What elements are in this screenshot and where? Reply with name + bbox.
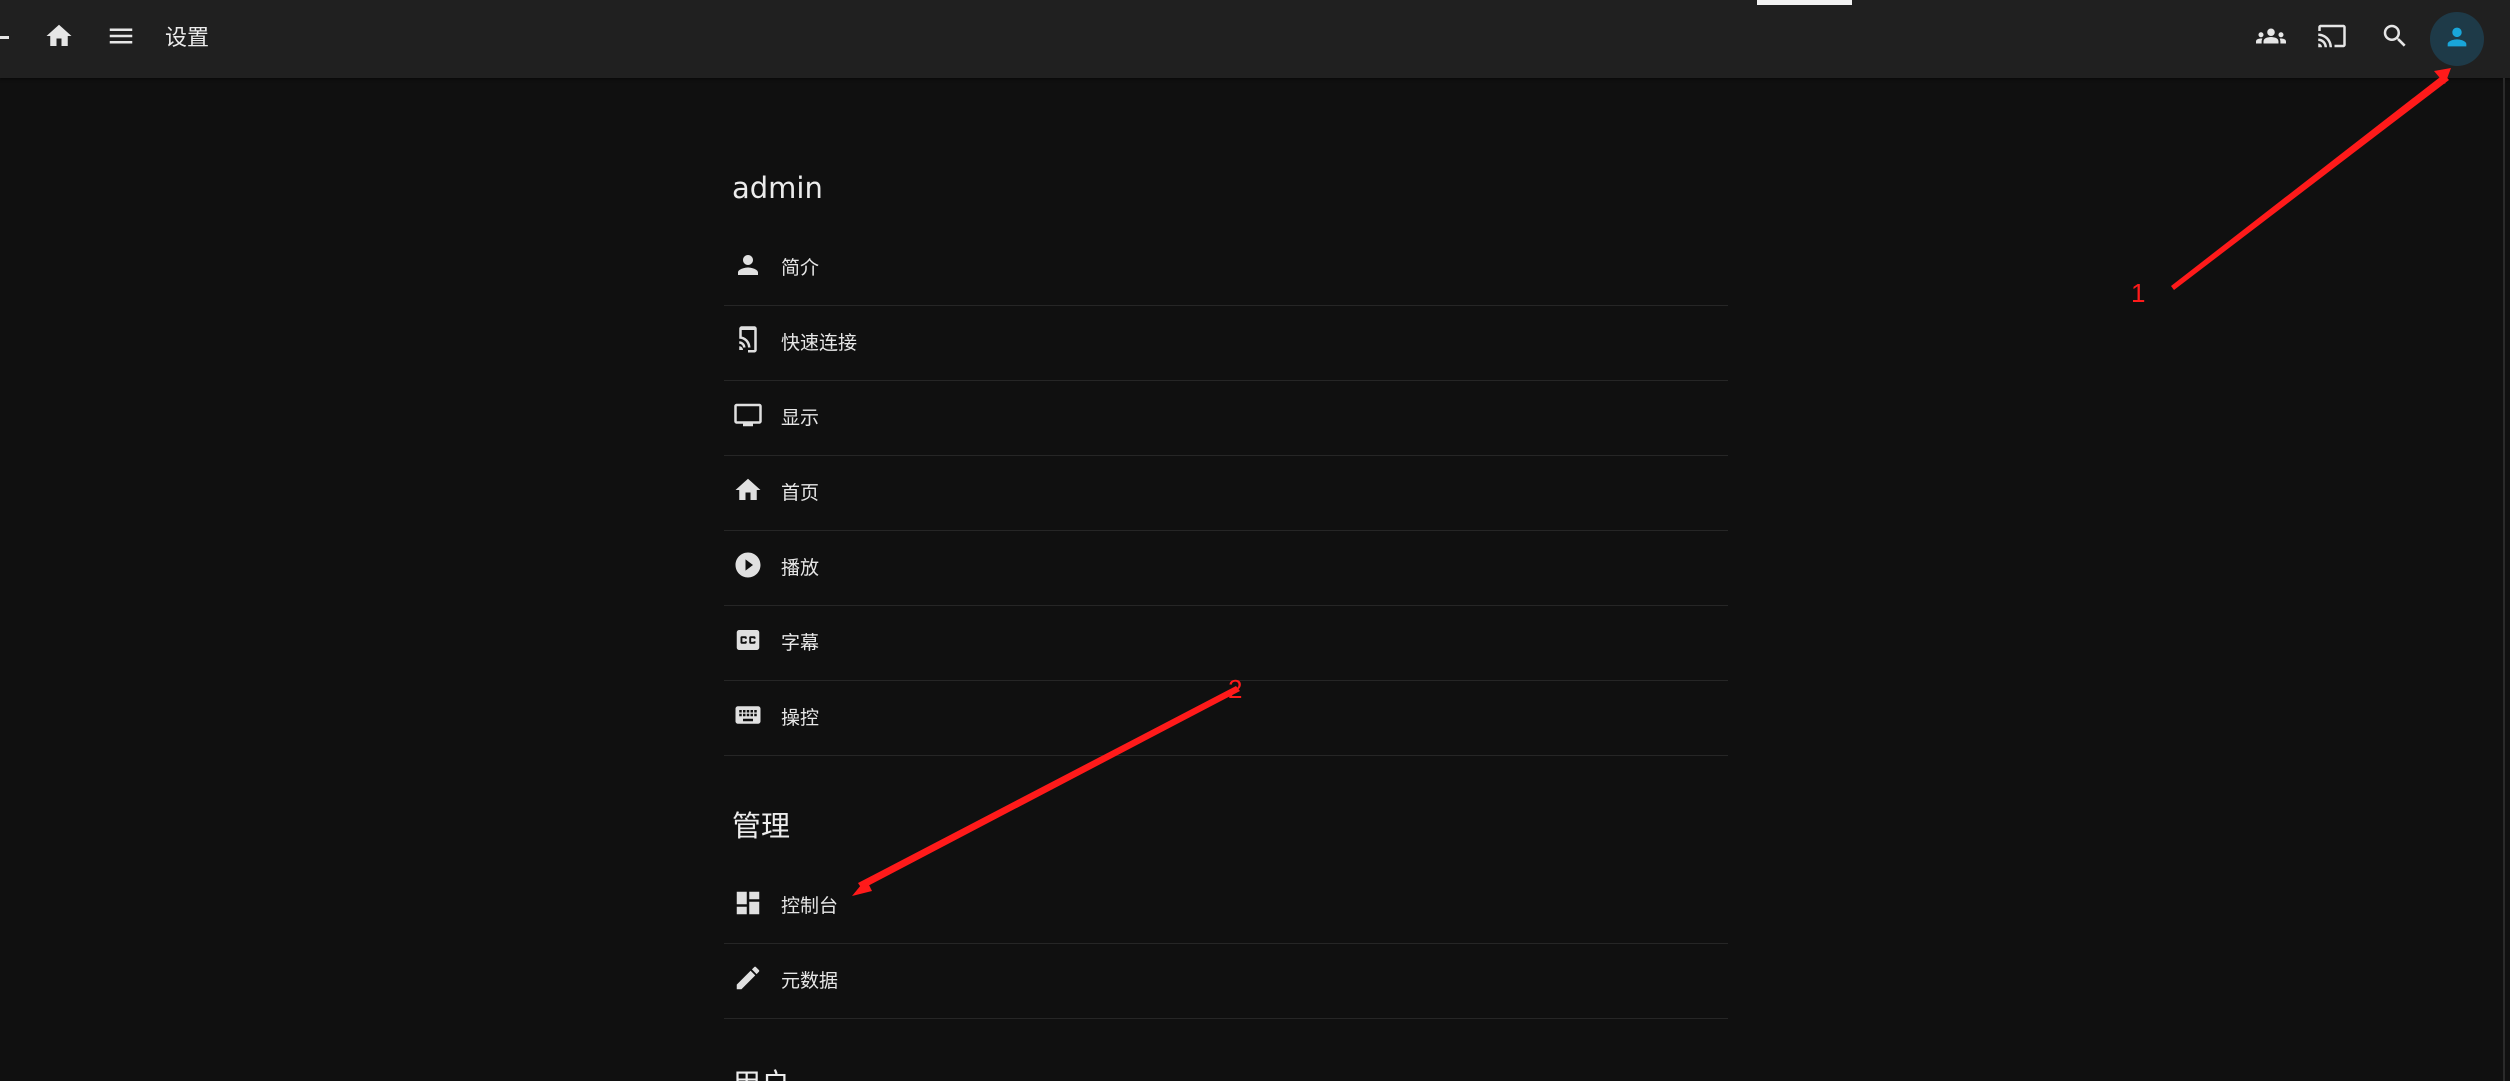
settings-item-label: 显示 [781,407,820,429]
menu-button[interactable] [97,14,145,62]
user-icon [2443,23,2471,55]
settings-item-dashboard[interactable]: 控制台 [724,868,1728,944]
section-title-partial: 用户 [732,1066,790,1081]
settings-item-label: 字幕 [781,632,820,654]
search-button[interactable] [2371,14,2419,62]
settings-item-label: 控制台 [781,895,839,917]
cast-icon [2317,21,2347,55]
settings-item-display[interactable]: 显示 [724,380,1728,456]
dashboard-icon [733,888,763,918]
settings-item-home[interactable]: 首页 [724,455,1728,531]
top-highlight-bar [1757,0,1852,5]
phonelink-icon [733,325,763,355]
home-button[interactable] [35,14,83,62]
home-icon [733,475,763,505]
settings-item-label: 操控 [781,707,820,729]
home-icon [44,21,74,55]
syncplay-button[interactable] [2247,14,2295,62]
page-title: 设置 [165,26,210,51]
group-icon [2256,21,2286,55]
annotation-arrow-1 [2171,68,2451,290]
settings-item-metadata[interactable]: 元数据 [724,943,1728,1019]
settings-item-profile[interactable]: 简介 [724,230,1728,306]
settings-item-label: 首页 [781,482,820,504]
menu-icon [106,21,136,55]
edit-icon [733,963,763,993]
annotation-label-1: 1 [2131,278,2146,308]
keyboard-icon [733,700,763,730]
settings-item-controls[interactable]: 操控 [724,680,1728,756]
cast-button[interactable] [2308,14,2356,62]
app-root: 设置 admin 简介 快速连接 显示 首页 播放 字幕 操控 管理 控制台 元… [0,0,2510,1081]
back-arrow-icon[interactable] [0,36,9,39]
section-title-admin: 管理 [732,809,791,843]
closed-caption-icon [733,625,763,655]
settings-item-quick-connect[interactable]: 快速连接 [724,305,1728,381]
search-icon [2380,21,2410,55]
user-menu-button[interactable] [2430,12,2484,66]
settings-item-label: 元数据 [781,970,839,992]
settings-item-label: 快速连接 [781,332,858,354]
scrollbar-track[interactable] [2503,78,2505,1081]
annotation-label-2: 2 [1228,674,1243,704]
settings-item-playback[interactable]: 播放 [724,530,1728,606]
section-title-user: admin [732,171,823,205]
person-icon [733,250,763,280]
settings-item-label: 简介 [781,257,820,279]
settings-item-label: 播放 [781,557,820,579]
monitor-icon [733,400,763,430]
settings-item-subtitles[interactable]: 字幕 [724,605,1728,681]
top-bar: 设置 [0,0,2510,78]
play-circle-icon [733,550,763,580]
